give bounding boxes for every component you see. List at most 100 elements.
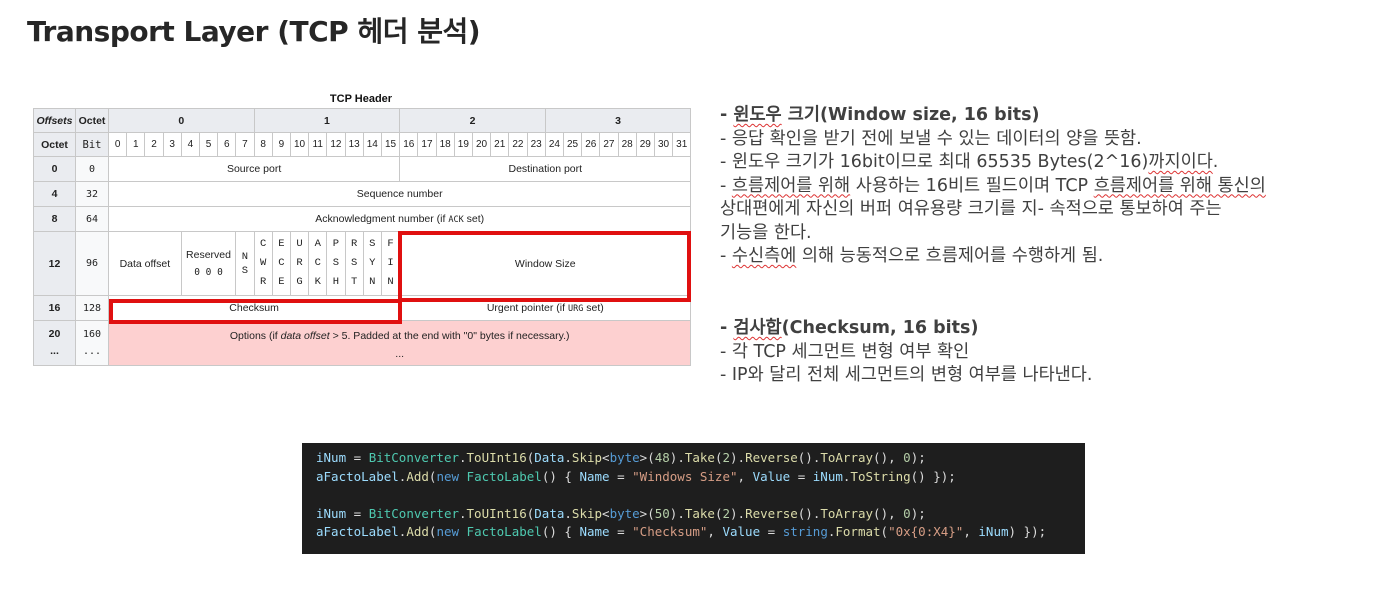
tcp-flag-letter: C bbox=[260, 238, 267, 250]
bit-number-cell: 15 bbox=[380, 132, 401, 157]
bit-number-cell: 18 bbox=[435, 132, 455, 157]
bit-number-cell: 19 bbox=[453, 132, 473, 157]
row-octet: 20 ... bbox=[33, 320, 76, 366]
checksum-notes: - 검사합(Checksum, 16 bits) - 각 TCP 세그먼트 변형… bbox=[720, 317, 1092, 388]
code-line: aFactoLabel.Add(new FactoLabel() { Name … bbox=[316, 468, 956, 484]
row-bit: 128 bbox=[75, 295, 109, 321]
tcp-flag-letter: H bbox=[332, 276, 340, 288]
bit-number-cell: 16 bbox=[399, 132, 419, 157]
tcp-flag-cell: ACK bbox=[308, 231, 328, 296]
tcp-flag-letter: W bbox=[260, 257, 267, 269]
reserved-field: Reserved 0 0 0 bbox=[180, 231, 237, 296]
reserved-label: Reserved bbox=[186, 249, 231, 261]
tcp-flag-letter: Y bbox=[369, 257, 376, 269]
tcp-flag-letter: U bbox=[296, 238, 303, 250]
tcp-flag-letter: E bbox=[278, 238, 285, 250]
tcp-flag-letter: T bbox=[350, 276, 358, 288]
tcp-flag-letter: R bbox=[296, 257, 303, 269]
bit-number-cell: 26 bbox=[581, 132, 601, 157]
bit-number-cell: 31 bbox=[672, 132, 692, 157]
row-bit: 32 bbox=[75, 181, 109, 207]
octet-header: Octet bbox=[75, 108, 109, 133]
tcp-flag-cell: FIN bbox=[380, 231, 401, 296]
tcp-flag-letter: C bbox=[314, 257, 321, 269]
row-octet-ellipsis: ... bbox=[50, 345, 59, 357]
options-text: Options (if data offset > 5. Padded at t… bbox=[229, 330, 570, 342]
tcp-flag-letter: A bbox=[314, 238, 321, 250]
code-line: iNum = BitConverter.ToUInt16(Data.Skip<b… bbox=[316, 505, 926, 521]
destination-port-field: Destination port bbox=[399, 156, 692, 182]
tcp-flag-cell: ECE bbox=[271, 231, 291, 296]
tcp-flag-letter: N bbox=[369, 276, 376, 288]
bit-number-cell: 21 bbox=[490, 132, 510, 157]
options-ellipsis: ... bbox=[395, 348, 405, 360]
note-line: - 수신측에 의해 능동적으로 흐름제어를 수행하게 됨. bbox=[720, 246, 1104, 266]
bit-number-cell: 25 bbox=[562, 132, 583, 157]
tcp-flag-letter: F bbox=[387, 238, 394, 250]
row-bit: 96 bbox=[75, 231, 109, 296]
bit-number-cell: 24 bbox=[544, 132, 564, 157]
code-line: iNum = BitConverter.ToUInt16(Data.Skip<b… bbox=[316, 450, 926, 465]
tcp-flag-letter: S bbox=[350, 257, 358, 269]
tcp-flag-cell: RST bbox=[344, 231, 364, 296]
row-octet: 16 bbox=[33, 295, 76, 321]
tcp-flag-cell: URG bbox=[289, 231, 310, 296]
checksum-highlight bbox=[109, 299, 402, 324]
row-bit-ellipsis: ... bbox=[82, 346, 102, 357]
bit-col-header: Bit bbox=[75, 132, 109, 157]
bit-number-cell: 17 bbox=[417, 132, 437, 157]
bit-number-cell: 7 bbox=[235, 132, 255, 157]
row-bit: 0 bbox=[75, 156, 109, 182]
tcp-flag-cell: CWR bbox=[253, 231, 273, 296]
tcp-flag-letter: S bbox=[332, 257, 340, 269]
bit-number-cell: 2 bbox=[144, 132, 164, 157]
tcp-flag-letter: K bbox=[314, 276, 321, 288]
code-line: aFactoLabel.Add(new FactoLabel() { Name … bbox=[316, 524, 1047, 539]
acknowledgment-number-field: Acknowledgment number (if ACK set) bbox=[107, 206, 692, 232]
bit-number-cell: 5 bbox=[198, 132, 219, 157]
note-line: - 윈도우 크기가 16bit이므로 최대 65535 Bytes(2^16)까… bbox=[720, 152, 1219, 172]
tcp-flag-letter: E bbox=[278, 276, 285, 288]
tcp-flag-letter: C bbox=[278, 257, 285, 269]
ns-flag: N S bbox=[235, 231, 255, 296]
row-octet: 0 bbox=[33, 156, 76, 182]
bit-number-cell: 28 bbox=[617, 132, 637, 157]
window-size-heading: - 윈도우 크기(Window size, 16 bits) bbox=[720, 105, 1040, 125]
bit-number-cell: 8 bbox=[253, 132, 273, 157]
octet-col-header: Octet bbox=[33, 132, 76, 157]
tcp-flag-cell: PSH bbox=[326, 231, 346, 296]
note-line: 기능을 한다. bbox=[720, 222, 812, 243]
bit-number-cell: 27 bbox=[599, 132, 619, 157]
note-line: - 흐름제어를 위해 사용하는 16비트 필드이며 TCP 흐름제어를 위해 통… bbox=[720, 175, 1266, 196]
data-offset-field: Data offset bbox=[108, 231, 182, 296]
sequence-number-field: Sequence number bbox=[107, 181, 692, 207]
row-bit: 160 ... bbox=[75, 320, 109, 366]
bit-number-cell: 23 bbox=[526, 132, 546, 157]
octet-head-0: 0 bbox=[108, 108, 255, 133]
row-octet: 4 bbox=[33, 181, 76, 207]
octet-head-3: 3 bbox=[544, 108, 692, 133]
options-field: Options (if data offset > 5. Padded at t… bbox=[107, 320, 692, 366]
note-line: - 각 TCP 세그먼트 변형 여부 확인 bbox=[720, 341, 970, 362]
tcp-flag-letter: R bbox=[350, 238, 358, 250]
offsets-header: Offsets bbox=[33, 108, 76, 133]
bit-number-cell: 0 bbox=[107, 132, 128, 157]
source-port-field: Source port bbox=[107, 156, 401, 182]
bit-number-cell: 13 bbox=[344, 132, 364, 157]
row-octet-main: 20 bbox=[48, 328, 61, 340]
window-size-highlight bbox=[398, 231, 691, 302]
bit-number-cell: 11 bbox=[308, 132, 328, 157]
code-snippet: iNum = BitConverter.ToUInt16(Data.Skip<b… bbox=[302, 443, 1085, 554]
bit-number-cell: 30 bbox=[653, 132, 674, 157]
window-size-notes: - 윈도우 크기(Window size, 16 bits) - 응답 확인을 … bbox=[720, 104, 1266, 269]
bit-number-cell: 14 bbox=[362, 132, 382, 157]
bit-number-cell: 9 bbox=[271, 132, 291, 157]
note-line: 상대편에게 자신의 버퍼 여유용량 크기를 지- 속적으로 통보하여 주는 bbox=[720, 199, 1222, 219]
bit-number-cell: 22 bbox=[508, 132, 528, 157]
bit-number-cell: 4 bbox=[180, 132, 200, 157]
bit-number-cell: 20 bbox=[471, 132, 492, 157]
page-title: Transport Layer (TCP 헤더 분석) bbox=[27, 15, 481, 48]
row-bit-main: 160 bbox=[82, 329, 102, 340]
octet-head-2: 2 bbox=[399, 108, 546, 133]
